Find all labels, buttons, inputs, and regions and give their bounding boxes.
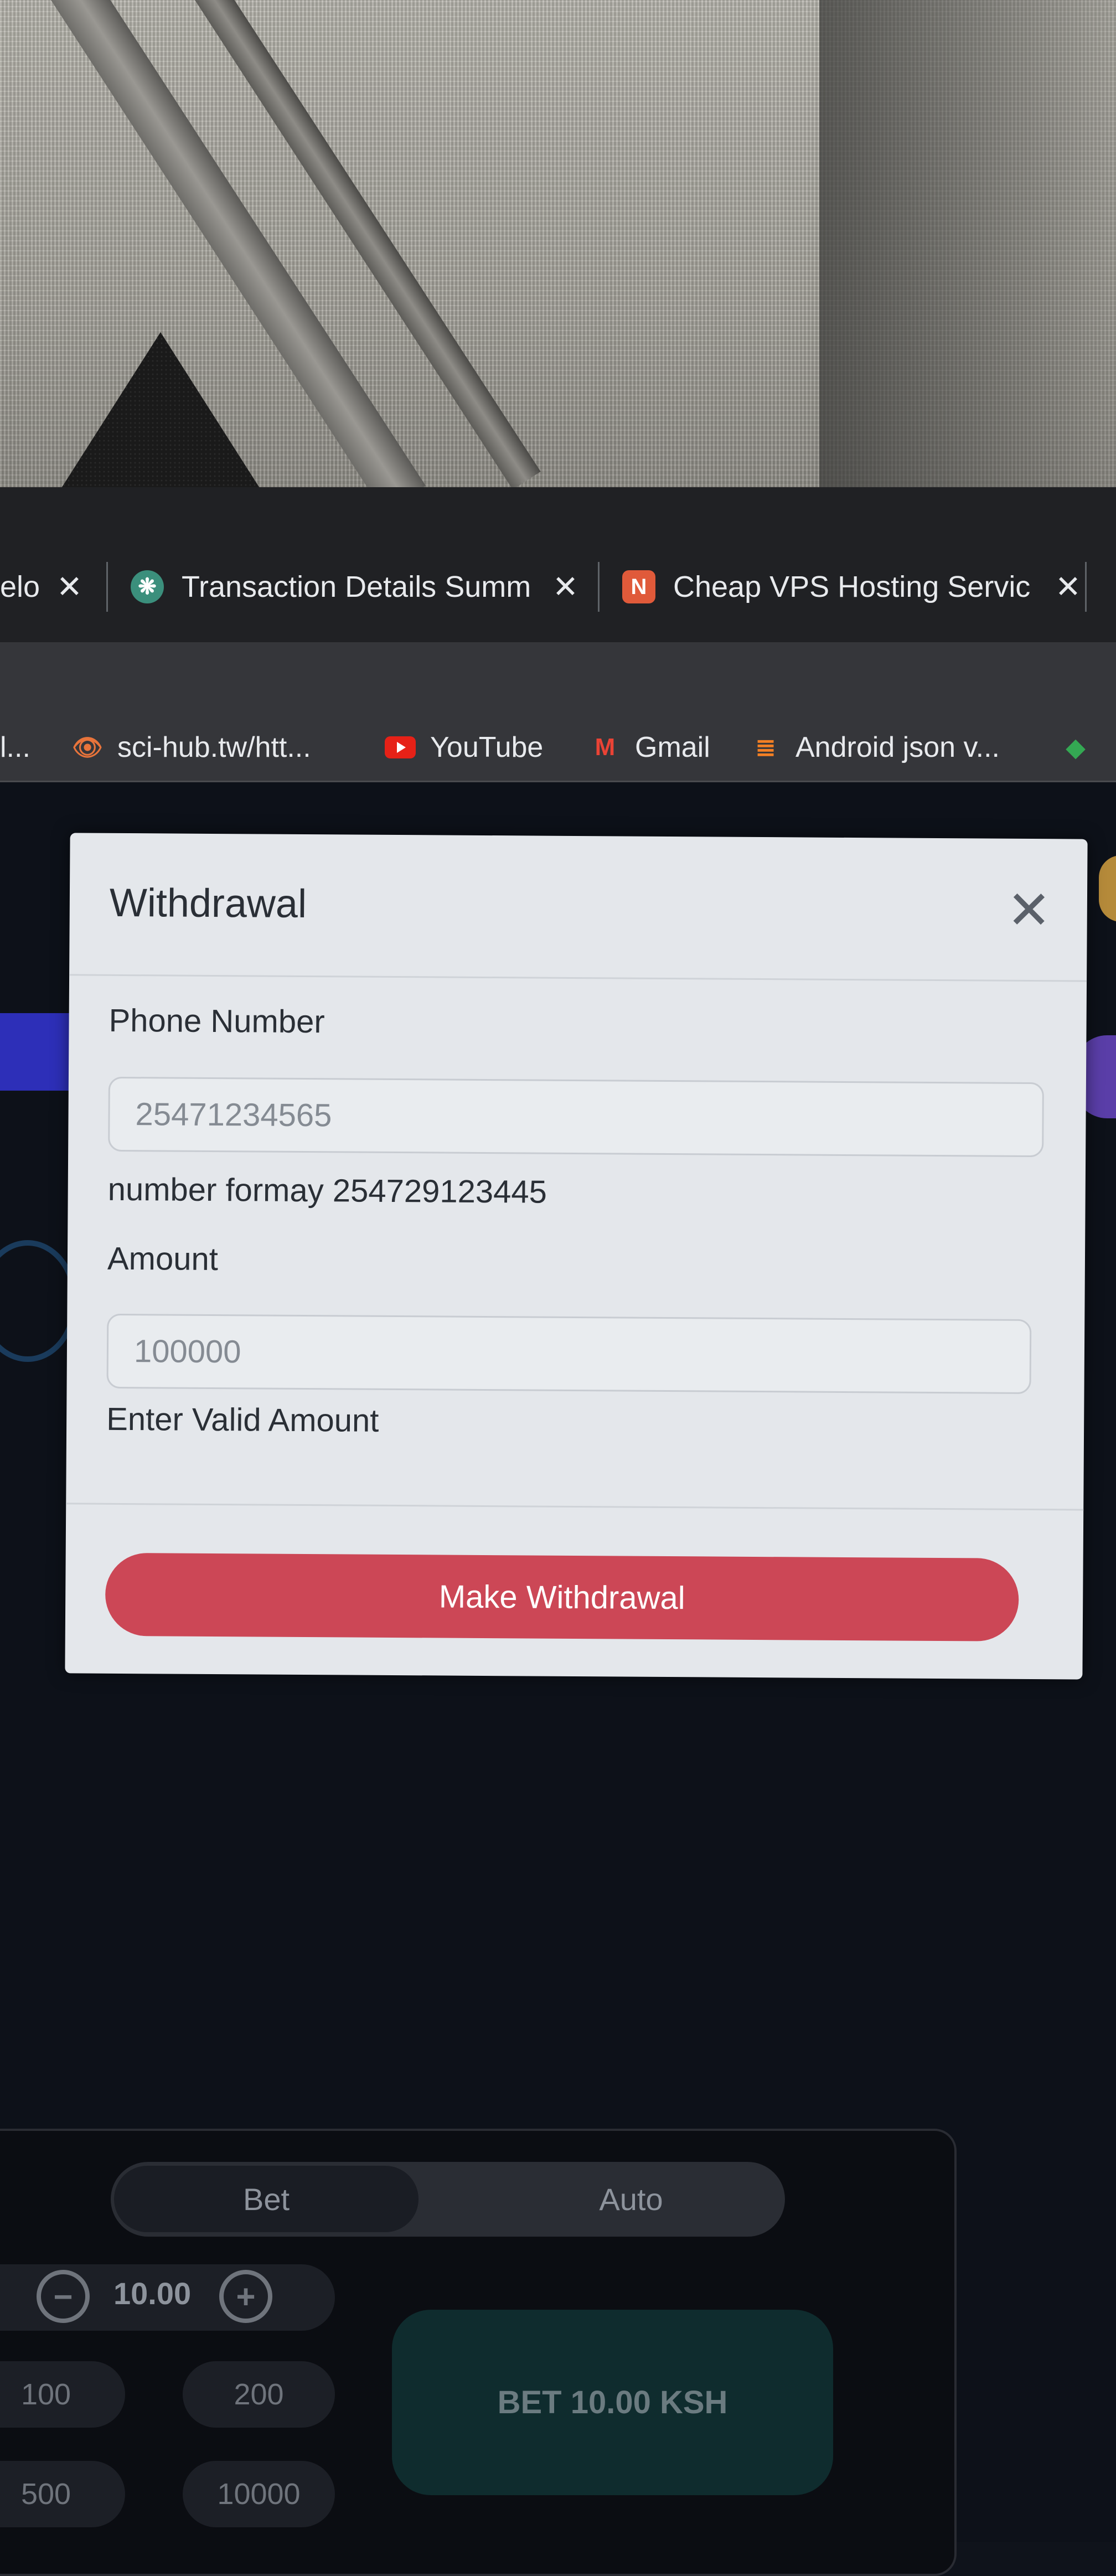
close-icon[interactable]: ✕	[1055, 569, 1081, 605]
chatgpt-icon: ❋	[131, 570, 164, 603]
quick-amount-chip[interactable]: 10000	[183, 2461, 335, 2527]
close-icon[interactable]: ✕	[1004, 881, 1055, 940]
bookmark-sci-hub[interactable]: 👁 sci-hub.tw/htt...	[72, 725, 311, 770]
close-icon[interactable]: ✕	[56, 569, 82, 605]
phone-number-input[interactable]	[108, 1076, 1044, 1158]
phone-number-help: number formay 254729123445	[107, 1171, 547, 1210]
quick-amount-chip[interactable]: 200	[183, 2361, 335, 2428]
tab-bet[interactable]: Bet	[114, 2166, 418, 2232]
close-icon[interactable]: ✕	[552, 569, 578, 605]
vps-favicon-icon: N	[622, 570, 655, 603]
tab-partial[interactable]: elo ✕	[0, 545, 82, 628]
youtube-icon	[385, 732, 416, 763]
modal-title: Withdrawal	[109, 880, 307, 927]
tab-separator	[1085, 562, 1087, 612]
phone-number-label: Phone Number	[108, 1002, 325, 1040]
browser-toolbar	[0, 642, 1116, 703]
bookmark-maps[interactable]: ◆	[1060, 725, 1105, 770]
maps-icon: ◆	[1066, 734, 1085, 761]
stackoverflow-icon: ≣	[755, 734, 776, 761]
tab-title: elo	[0, 570, 40, 603]
plus-icon[interactable]: +	[219, 2270, 272, 2323]
tab-separator	[598, 562, 600, 612]
tab-transaction-details[interactable]: ❋ Transaction Details Summ ✕	[131, 545, 578, 628]
quick-amount-chip[interactable]: 100	[0, 2361, 125, 2428]
withdrawal-modal: Withdrawal ✕ Phone Number number formay …	[65, 833, 1088, 1680]
bookmark-label: l...	[0, 731, 30, 763]
tab-title: Cheap VPS Hosting Servic	[673, 570, 1031, 603]
amount-help: Enter Valid Amount	[106, 1401, 379, 1439]
place-bet-button[interactable]: BET 10.00 KSH	[392, 2310, 833, 2495]
amount-input[interactable]	[106, 1313, 1032, 1395]
gmail-icon: M	[595, 734, 616, 761]
bookmark-label: YouTube	[430, 731, 544, 763]
tab-cheap-vps[interactable]: N Cheap VPS Hosting Servic ✕	[622, 545, 1081, 628]
amount-label: Amount	[107, 1240, 219, 1278]
quick-amount-chip[interactable]: 500	[0, 2461, 125, 2527]
modal-footer-divider	[66, 1503, 1084, 1511]
bookmark-label: Android json v...	[795, 731, 1000, 763]
tab-separator	[106, 562, 108, 612]
tab-title: Transaction Details Summ	[182, 570, 531, 603]
bet-amount-value: 10.00	[113, 2276, 192, 2311]
bookmark-gmail[interactable]: M Gmail	[590, 725, 710, 770]
bookmark-youtube[interactable]: YouTube	[385, 725, 543, 770]
minus-icon[interactable]: −	[37, 2270, 90, 2323]
sci-hub-icon: 👁	[72, 734, 103, 761]
bookmark-label: Gmail	[635, 731, 710, 763]
bookmark-android-json[interactable]: ≣ Android json v...	[750, 725, 1000, 770]
make-withdrawal-button[interactable]: Make Withdrawal	[105, 1552, 1019, 1641]
bookmark-item[interactable]: l...	[0, 725, 30, 770]
wall-shadow	[819, 0, 1116, 520]
bookmark-label: sci-hub.tw/htt...	[117, 731, 311, 763]
modal-header: Withdrawal ✕	[69, 833, 1088, 982]
tab-auto[interactable]: Auto	[476, 2166, 786, 2232]
